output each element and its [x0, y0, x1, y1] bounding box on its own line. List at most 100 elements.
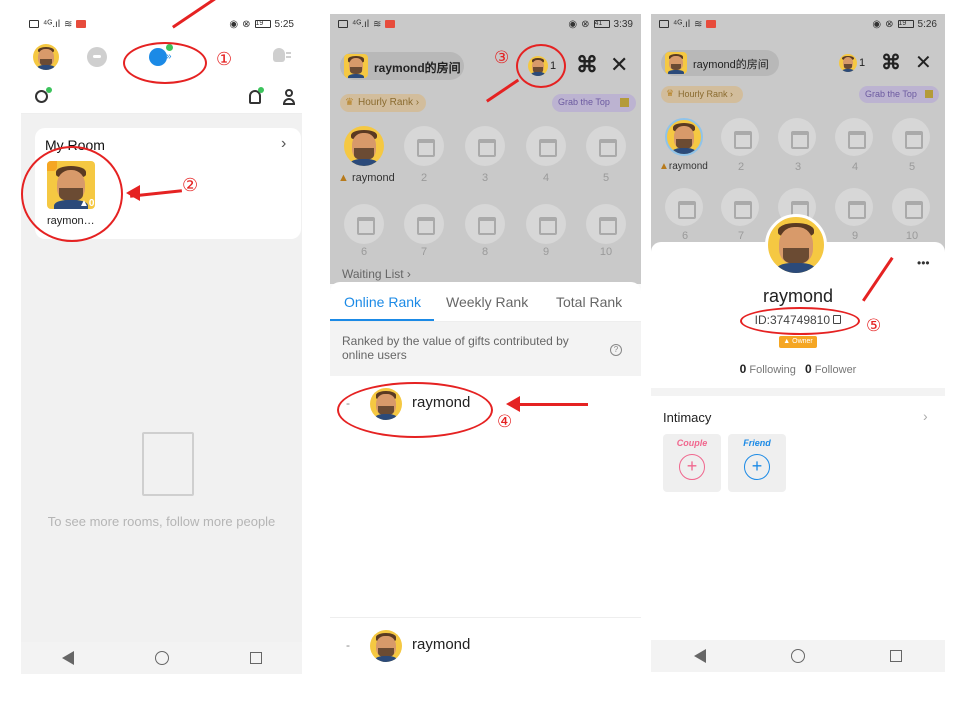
host-seat[interactable] [665, 118, 703, 156]
intimacy-title: Intimacy [663, 410, 712, 425]
seat-6[interactable] [665, 188, 703, 226]
seat-9[interactable] [526, 204, 566, 244]
seat-7[interactable] [721, 188, 759, 226]
annotation-ring-id [740, 307, 860, 335]
nav-home-icon[interactable] [790, 649, 805, 663]
follow-stats: 0 Following 0 Follower [651, 362, 945, 376]
section-divider [651, 388, 945, 396]
following-stat[interactable]: 0 Following [740, 362, 796, 376]
seat-2[interactable] [721, 118, 759, 156]
status-bar: ⁴ᴳ.ıl ≋ ◉ ⊗ 41 3:39 [330, 14, 641, 34]
tab-friends[interactable] [273, 48, 291, 66]
intimacy-chevron-icon[interactable]: › [923, 408, 928, 424]
seat-9[interactable] [835, 188, 873, 226]
seat-number: 8 [481, 246, 489, 258]
help-icon[interactable]: ? [610, 344, 622, 356]
empty-message: To see more rooms, follow more people [47, 514, 276, 529]
rank-description-box: Ranked by the value of gifts contributed… [330, 322, 641, 376]
host-name: ▲ raymond [338, 172, 395, 184]
annotation-number-5: ⑤ [866, 316, 882, 335]
toolbar [21, 82, 302, 114]
status-icons-right: ◉ ⊗ 19 5:25 [229, 18, 294, 30]
tab-online-rank[interactable]: Online Rank [344, 294, 421, 310]
chevron-right-icon[interactable]: › [281, 135, 286, 153]
search-green-dot [46, 87, 52, 93]
add-friend-icon: + [744, 454, 770, 480]
room-title-pill[interactable]: raymond的房间 [340, 52, 464, 80]
menu-grid-icon[interactable]: ⌘ [881, 50, 901, 75]
more-options-icon[interactable]: ••• [917, 256, 930, 270]
annotation-ring-rank [337, 382, 493, 438]
host-seat[interactable] [344, 126, 384, 166]
seat-5[interactable] [586, 126, 626, 166]
menu-grid-icon[interactable]: ⌘ [576, 52, 598, 78]
seat-3[interactable] [778, 118, 816, 156]
grab-top-pill[interactable]: Grab the Top [859, 86, 939, 103]
annotation-number-3: ③ [494, 48, 510, 67]
profile-name: raymond [762, 286, 834, 306]
seat-number: 7 [420, 246, 428, 258]
hourly-rank-pill[interactable]: ♛ Hourly Rank › [661, 86, 743, 103]
nav-recent-icon[interactable] [890, 650, 903, 662]
seat-10[interactable] [892, 188, 930, 226]
annotation-ring-avatar [516, 44, 566, 88]
seat-6[interactable] [344, 204, 384, 244]
follower-stat[interactable]: 0 Follower [805, 362, 856, 376]
my-rank-avatar [370, 630, 402, 662]
couple-slot[interactable]: Couple + [663, 434, 721, 492]
seat-10[interactable] [586, 204, 626, 244]
seat-5[interactable] [892, 118, 930, 156]
annotation-ring-room [21, 146, 123, 242]
screen-2-room: ⁴ᴳ.ıl ≋ ◉ ⊗ 41 3:39 raymond的房间 1 ⌘ ✕ ♛ Hourl… [330, 14, 641, 674]
seat-number: 5 [602, 172, 610, 184]
friend-slot[interactable]: Friend + [728, 434, 786, 492]
chat-bubble-icon [93, 55, 101, 58]
seat-7[interactable] [404, 204, 444, 244]
annotation-arrow-4 [512, 403, 588, 406]
my-rank-row[interactable]: - raymond [330, 617, 641, 673]
grab-top-pill[interactable]: Grab the Top [552, 94, 636, 112]
seat-4[interactable] [526, 126, 566, 166]
owner-badge: ▲ Owner [779, 336, 817, 348]
tab-profile-avatar[interactable] [33, 44, 59, 70]
screen-3-profile: ⁴ᴳ.ıl ≋ ◉ ⊗ 19 5:26 raymond的房间 1 ⌘ ✕ ♛ Hourl… [651, 14, 945, 674]
seat-number: 3 [481, 172, 489, 184]
tab-weekly-rank[interactable]: Weekly Rank [446, 294, 528, 310]
my-rank-name: raymond [412, 636, 471, 653]
hourly-rank-pill[interactable]: ♛ Hourly Rank › [340, 94, 426, 112]
seat-number: 4 [542, 172, 550, 184]
annotation-number-2: ② [182, 175, 199, 195]
seat-8[interactable] [465, 204, 505, 244]
room-title: raymond的房间 [693, 59, 769, 71]
seat-4[interactable] [835, 118, 873, 156]
treasure-icon [620, 98, 629, 107]
screen-1-rooms: ⁴ᴳ.ıl ≋ ◉ ⊗ 19 5:25 » My Room › ▲0 raymo… [21, 14, 302, 674]
annotation-number-1: ① [216, 49, 233, 69]
seat-number: 6 [360, 246, 368, 258]
nav-recent-icon[interactable] [249, 652, 262, 664]
person-list-icon [273, 48, 285, 62]
seat-2[interactable] [404, 126, 444, 166]
profile-avatar[interactable] [765, 214, 827, 276]
seat-number: 9 [542, 246, 550, 258]
status-bar: ⁴ᴳ.ıl ≋ ◉ ⊗ 19 5:26 [651, 14, 945, 34]
room-title-pill[interactable]: raymond的房间 [661, 50, 779, 76]
seat-3[interactable] [465, 126, 505, 166]
status-bar: ⁴ᴳ.ıl ≋ ◉ ⊗ 19 5:25 [21, 14, 302, 34]
close-icon[interactable]: ✕ [915, 50, 932, 75]
nav-back-icon[interactable] [61, 651, 74, 665]
online-users-button[interactable]: 1 [837, 52, 871, 76]
close-icon[interactable]: ✕ [610, 52, 628, 78]
system-nav-bar [651, 640, 945, 672]
room-dimmed-background: ⁴ᴳ.ıl ≋ ◉ ⊗ 41 3:39 raymond的房间 1 ⌘ ✕ ♛ Hourl… [330, 14, 641, 284]
tab-total-rank[interactable]: Total Rank [556, 294, 622, 310]
blank-document-icon [142, 432, 194, 496]
seat-number: 10 [599, 246, 613, 258]
trophy-icon: ♛ [345, 97, 354, 108]
status-icons-left: ⁴ᴳ.ıl ≋ [29, 19, 87, 30]
tab-messages[interactable] [87, 47, 107, 67]
nav-back-icon[interactable] [693, 649, 706, 663]
profile-icon[interactable] [283, 89, 295, 106]
nav-home-icon[interactable] [154, 651, 169, 665]
waiting-list-link[interactable]: Waiting List › [342, 267, 411, 281]
